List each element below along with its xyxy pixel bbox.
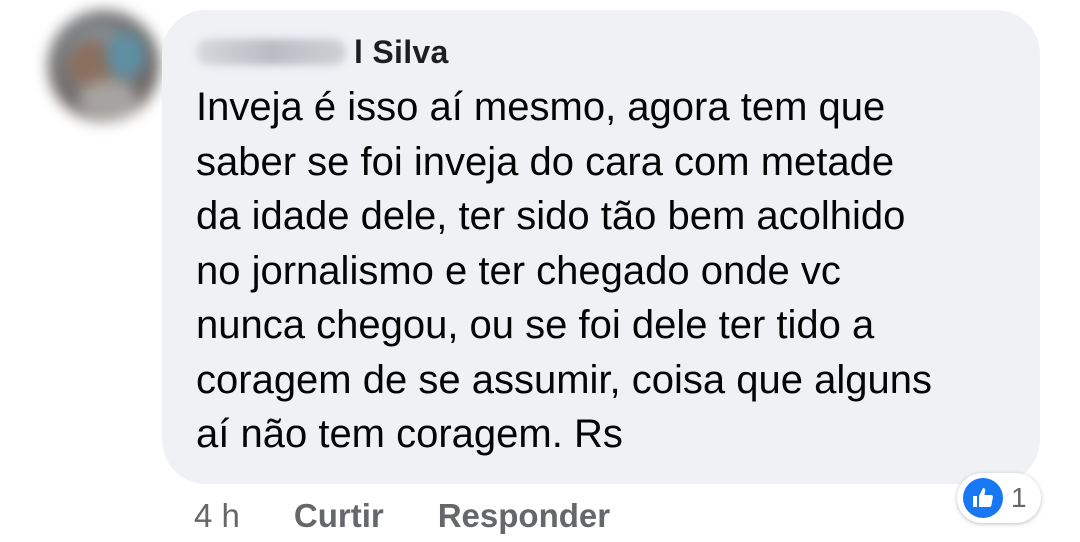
comment-text: Inveja é isso aí mesmo, agora tem que sa… (196, 80, 1016, 462)
author-avatar[interactable] (48, 10, 160, 122)
reaction-summary[interactable]: 1 (957, 473, 1041, 523)
comment-line: nunca chegou, ou se foi dele ter tido a (196, 303, 875, 347)
blurred-name-redaction (196, 39, 346, 65)
like-button[interactable]: Curtir (294, 497, 384, 535)
comment-screen: l Silva Inveja é isso aí mesmo, agora te… (0, 0, 1080, 542)
comment-line: aí não tem coragem. Rs (196, 412, 623, 456)
reply-button[interactable]: Responder (438, 497, 610, 535)
comment-line: saber se foi inveja do cara com metade (196, 139, 895, 184)
comment-actions: 4 h Curtir Responder (194, 494, 664, 538)
comment-author[interactable]: l Silva (196, 30, 449, 74)
comment-line: da idade dele, ter sido tão bem acolhido (196, 194, 906, 238)
comment-line: no jornalismo e ter chegado onde vc (196, 248, 841, 293)
author-name[interactable]: l Silva (354, 34, 449, 71)
comment-line: coragem de se assumir, coisa que alguns (196, 357, 932, 402)
like-thumb-icon (963, 478, 1003, 518)
reaction-count: 1 (1011, 482, 1027, 513)
comment-timestamp[interactable]: 4 h (194, 497, 240, 535)
comment-line: Inveja é isso aí mesmo, agora tem que (196, 85, 886, 129)
